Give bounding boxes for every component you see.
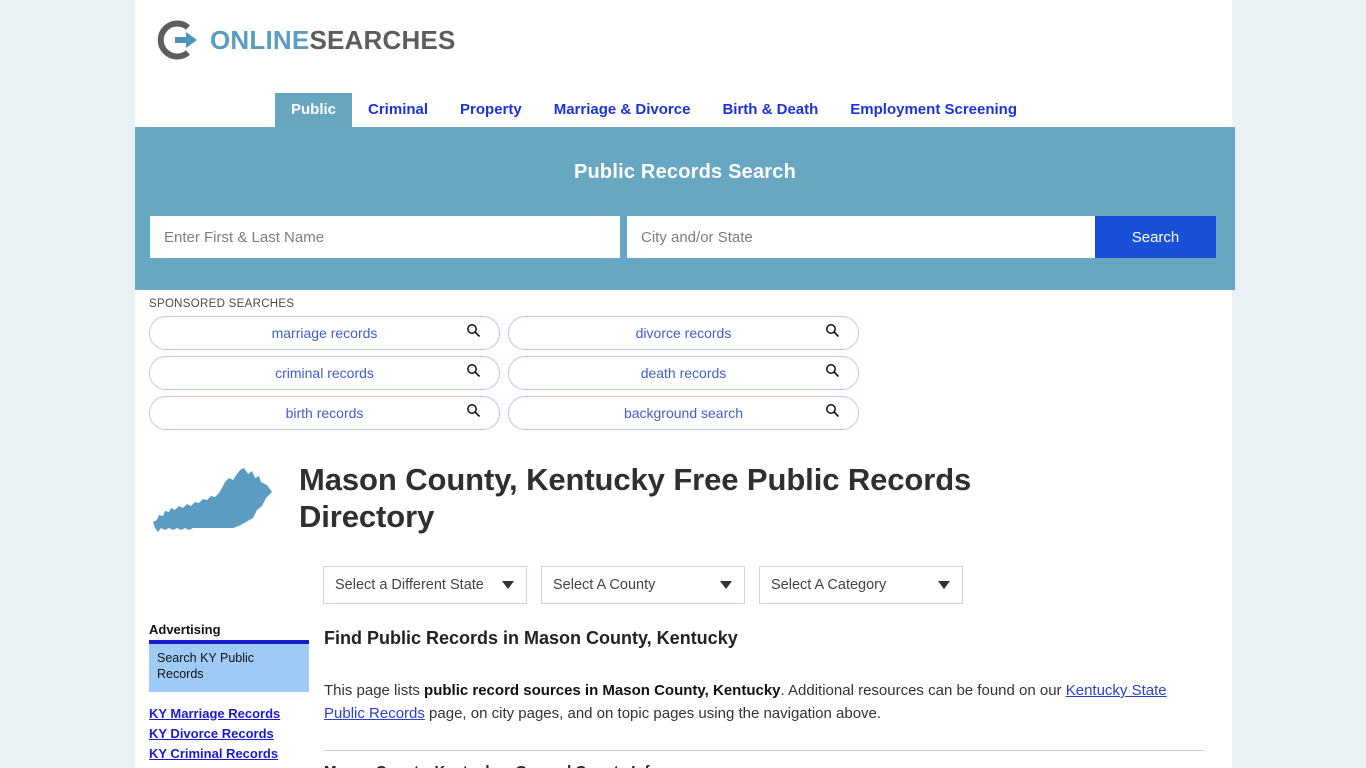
tab-property[interactable]: Property [444,93,538,127]
logo-wordmark: ONLINESEARCHES [210,25,456,56]
sponsored-pill-death-records[interactable]: death records [508,356,859,390]
sponsored-searches-grid: marriage records divorce records crimina… [149,316,1217,430]
sponsored-pill-divorce-records[interactable]: divorce records [508,316,859,350]
page-title: Mason County, Kentucky Free Public Recor… [299,462,972,534]
pill-label: divorce records [635,325,732,341]
search-icon [466,323,481,343]
ad-link-ky-criminal-records[interactable]: KY Criminal Records [149,746,310,761]
intro-bold-text: public record sources in Mason County, K… [424,682,781,699]
section-heading: Find Public Records in Mason County, Ken… [324,628,738,648]
ad-link-ky-marriage-records[interactable]: KY Marriage Records [149,706,310,721]
search-icon [466,363,481,383]
pill-label: birth records [285,405,364,421]
state-select-label: Select a Different State [335,577,484,593]
sponsored-searches-section: SPONSORED SEARCHES marriage records divo… [135,290,1232,430]
tab-criminal[interactable]: Criminal [352,93,444,127]
intro-paragraph: This page lists public record sources in… [324,679,1204,726]
advertising-links: KY Marriage Records KY Divorce Records K… [149,706,310,768]
lower-content: Advertising Search KY Public Records KY … [135,622,1232,768]
logo-word-searches: SEARCHES [309,24,456,55]
category-select-label: Select A Category [771,577,887,593]
search-icon [825,363,840,383]
sponsored-pill-background-search[interactable]: background search [508,396,859,430]
chevron-down-icon [720,581,732,589]
advertising-sidebar: Advertising Search KY Public Records KY … [135,622,310,768]
section-divider [324,749,1204,751]
tab-public[interactable]: Public [275,93,353,127]
category-select[interactable]: Select A Category [759,566,963,604]
advertising-heading: Advertising [149,622,221,637]
page-root: ONLINESEARCHES Public Criminal Property … [0,0,1366,768]
ad-search-ky-public-records[interactable]: Search KY Public Records [149,640,309,692]
kentucky-state-map-icon [149,452,299,543]
name-search-input[interactable] [150,216,620,258]
public-records-search-banner: Public Records Search Search [135,127,1235,290]
circular-arrow-icon [155,17,201,63]
banner-title: Public Records Search [573,161,797,183]
ad-link-ky-divorce-records[interactable]: KY Divorce Records [149,726,310,741]
pill-label: death records [640,365,727,381]
search-icon [825,403,840,423]
tab-marriage-divorce[interactable]: Marriage & Divorce [538,93,707,127]
content-container: ONLINESEARCHES Public Criminal Property … [135,0,1235,768]
chevron-down-icon [502,581,514,589]
page-title-block: Mason County, Kentucky Free Public Recor… [135,452,1232,543]
filter-selectors: Select a Different State Select A County… [135,566,1232,604]
pill-label: criminal records [275,365,374,381]
sponsored-pill-marriage-records[interactable]: marriage records [149,316,500,350]
subsection-heading: Mason County, Kentucky - General County … [324,763,1216,768]
county-select-label: Select A County [553,577,656,593]
city-state-search-input[interactable] [627,216,1095,258]
state-select[interactable]: Select a Different State [323,566,527,604]
search-icon [466,403,481,423]
main-navigation: Public Criminal Property Marriage & Divo… [135,82,1232,127]
pill-label: marriage records [271,325,378,341]
tab-birth-death[interactable]: Birth & Death [706,93,834,127]
sponsored-pill-criminal-records[interactable]: criminal records [149,356,500,390]
intro-text-3: page, on city pages, and on topic pages … [424,705,882,723]
intro-text-2: . Additional resources can be found on o… [780,682,1066,699]
chevron-down-icon [938,581,950,589]
logo-word-online: ONLINE [210,24,310,55]
county-select[interactable]: Select A County [541,566,745,604]
search-form: Search [150,216,1216,258]
pill-label: background search [623,405,744,421]
sponsored-pill-birth-records[interactable]: birth records [149,396,500,430]
intro-text-1: This page lists [324,682,425,699]
site-header: ONLINESEARCHES [135,0,1232,82]
sponsored-searches-label: SPONSORED SEARCHES [149,298,295,310]
main-body: Find Public Records in Mason County, Ken… [310,622,1232,768]
search-button[interactable]: Search [1095,216,1216,258]
site-logo[interactable]: ONLINESEARCHES [155,17,456,63]
search-icon [825,323,840,343]
tab-employment-screening[interactable]: Employment Screening [834,93,1033,127]
